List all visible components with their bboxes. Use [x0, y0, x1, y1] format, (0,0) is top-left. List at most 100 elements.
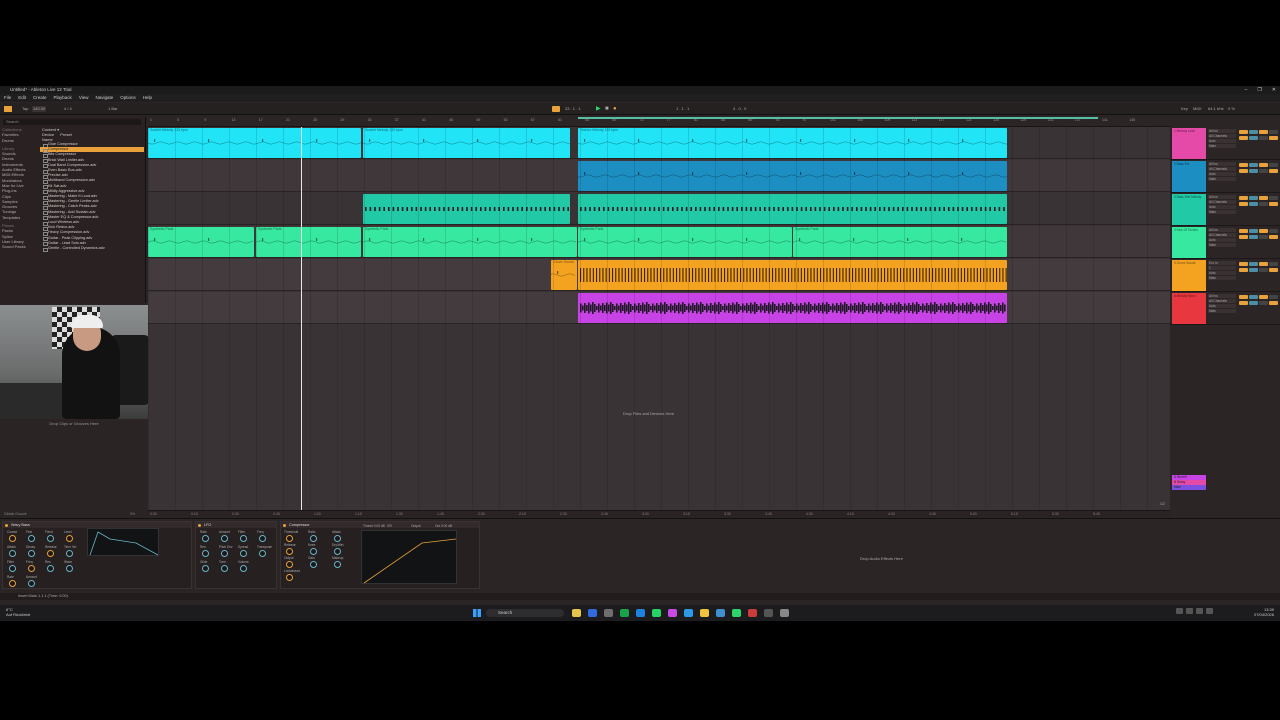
io-chooser[interactable]: Ext. In: [1208, 261, 1236, 265]
stop-icon[interactable]: ■: [605, 106, 609, 112]
param-knob[interactable]: [66, 565, 73, 572]
io-chooser[interactable]: Auto: [1208, 304, 1236, 308]
io-chooser[interactable]: Auto: [1208, 139, 1236, 143]
battery-icon[interactable]: [1206, 608, 1213, 614]
io-chooser[interactable]: Auto: [1208, 205, 1236, 209]
io-chooser[interactable]: Main: [1208, 243, 1236, 247]
arrangement-clip[interactable]: Scarlet Melody 133 bpm: [363, 128, 570, 158]
song-position[interactable]: 33 . 1 . 1: [565, 106, 581, 112]
taskbar-app-icon[interactable]: [636, 609, 645, 617]
track-control-button[interactable]: [1258, 267, 1268, 272]
tempo-field[interactable]: 140.00: [32, 106, 46, 112]
menu-options[interactable]: Options: [120, 94, 136, 102]
track-control-button[interactable]: [1238, 261, 1248, 266]
taskbar-app-icon[interactable]: [764, 609, 773, 617]
network-icon[interactable]: [1186, 608, 1193, 614]
track-control-button[interactable]: [1238, 168, 1248, 173]
param-knob[interactable]: [310, 548, 317, 555]
arrangement-clip[interactable]: Scarlet Melody 133 bpm: [148, 128, 361, 158]
menu-view[interactable]: View: [79, 94, 89, 102]
taskbar-app-icon[interactable]: [732, 609, 741, 617]
return-track-title[interactable]: Main: [1172, 485, 1206, 490]
menu-navigate[interactable]: Navigate: [96, 94, 114, 102]
param-knob[interactable]: [202, 535, 209, 542]
quantize-menu[interactable]: 1 Bar: [108, 106, 118, 112]
io-chooser[interactable]: Auto: [1208, 172, 1236, 176]
io-chooser[interactable]: Auto: [1208, 271, 1236, 275]
tab-preset[interactable]: Preset: [60, 132, 72, 137]
browser-search-input[interactable]: Search: [3, 119, 141, 125]
lfo-device[interactable]: LFO Rate Amount Filter Freq Res Pitch Env Spre…: [195, 521, 277, 589]
track-control-button[interactable]: [1238, 294, 1248, 299]
track-control-button[interactable]: [1268, 129, 1278, 134]
track-control-button[interactable]: [1268, 135, 1278, 140]
track-title-bar[interactable]: 1 Melody Lead: [1172, 128, 1206, 159]
weather-widget[interactable]: 6°C Auf Rückfahrt: [6, 607, 30, 617]
track-control-button[interactable]: [1238, 201, 1248, 206]
track-control-button[interactable]: [1258, 201, 1268, 206]
param-knob[interactable]: [240, 565, 247, 572]
track-control-button[interactable]: [1258, 294, 1268, 299]
param-knob[interactable]: [334, 548, 341, 555]
param-knob[interactable]: [9, 565, 16, 572]
param-knob[interactable]: [259, 550, 266, 557]
io-chooser[interactable]: All Channels: [1208, 167, 1236, 171]
midi-map-button[interactable]: MIDI: [1193, 106, 1201, 112]
track-title-bar[interactable]: 3 Bass Wet Melody: [1172, 194, 1206, 225]
minimize-button[interactable]: –: [1245, 86, 1248, 94]
compressor-device[interactable]: Compressor Threshold Ratio Attack Release Kn…: [280, 521, 480, 589]
menu-help[interactable]: Help: [143, 94, 152, 102]
menu-file[interactable]: File: [4, 94, 11, 102]
track-control-button[interactable]: [1268, 267, 1278, 272]
param-knob[interactable]: [28, 550, 35, 557]
param-knob[interactable]: [334, 561, 341, 568]
taskbar-app-icon[interactable]: [748, 609, 757, 617]
param-knob[interactable]: [310, 561, 317, 568]
track-control-button[interactable]: [1268, 228, 1278, 233]
track-title-bar[interactable]: 4 Kick Of Techno: [1172, 227, 1206, 258]
io-chooser[interactable]: Main: [1208, 309, 1236, 313]
arrangement-clip[interactable]: Synthetic Pads: [793, 227, 1007, 257]
param-knob[interactable]: [47, 565, 54, 572]
taskbar-app-icon[interactable]: [572, 609, 581, 617]
track-control-button[interactable]: [1248, 162, 1258, 167]
tray-icon[interactable]: [1176, 608, 1183, 614]
track-control-button[interactable]: [1268, 261, 1278, 266]
io-chooser[interactable]: All Ins: [1208, 228, 1236, 232]
browser-place-item[interactable]: Sound Packs: [2, 244, 38, 249]
io-chooser[interactable]: All Ins: [1208, 162, 1236, 166]
param-knob[interactable]: [240, 535, 247, 542]
maximize-button[interactable]: ❐: [1257, 86, 1261, 94]
track-title-bar[interactable]: 2 Bass Ext: [1172, 161, 1206, 192]
taskbar-app-icon[interactable]: [700, 609, 709, 617]
param-knob[interactable]: [9, 535, 16, 542]
param-knob[interactable]: [286, 535, 293, 542]
track-control-button[interactable]: [1238, 135, 1248, 140]
loop-length[interactable]: 4 . 0 . 0: [733, 106, 746, 112]
io-chooser[interactable]: Main: [1208, 144, 1236, 148]
track-control-button[interactable]: [1238, 162, 1248, 167]
track-control-button[interactable]: [1248, 129, 1258, 134]
key-map-button[interactable]: Key: [1181, 106, 1188, 112]
param-knob[interactable]: [202, 565, 209, 572]
taskbar-search-input[interactable]: Search: [486, 609, 564, 617]
instrument-device[interactable]: Wavy Bass Coarse Fine Fixed Level Attack Deca…: [2, 521, 192, 589]
arrangement-record-icon[interactable]: [552, 106, 560, 112]
io-chooser[interactable]: Auto: [1208, 238, 1236, 242]
param-knob[interactable]: [9, 580, 16, 587]
io-chooser[interactable]: All Ins: [1208, 195, 1236, 199]
io-chooser[interactable]: All Channels: [1208, 299, 1236, 303]
param-knob[interactable]: [221, 565, 228, 572]
arrangement-clip[interactable]: [578, 293, 1007, 323]
track-control-button[interactable]: [1258, 135, 1268, 140]
taskbar-app-icon[interactable]: [588, 609, 597, 617]
io-chooser[interactable]: All Channels: [1208, 200, 1236, 204]
param-knob[interactable]: [221, 550, 228, 557]
track-control-button[interactable]: [1238, 300, 1248, 305]
track-control-button[interactable]: [1258, 261, 1268, 266]
track-control-button[interactable]: [1238, 195, 1248, 200]
param-knob[interactable]: [221, 535, 228, 542]
track-control-button[interactable]: [1248, 267, 1258, 272]
param-knob[interactable]: [28, 580, 35, 587]
param-knob[interactable]: [47, 535, 54, 542]
